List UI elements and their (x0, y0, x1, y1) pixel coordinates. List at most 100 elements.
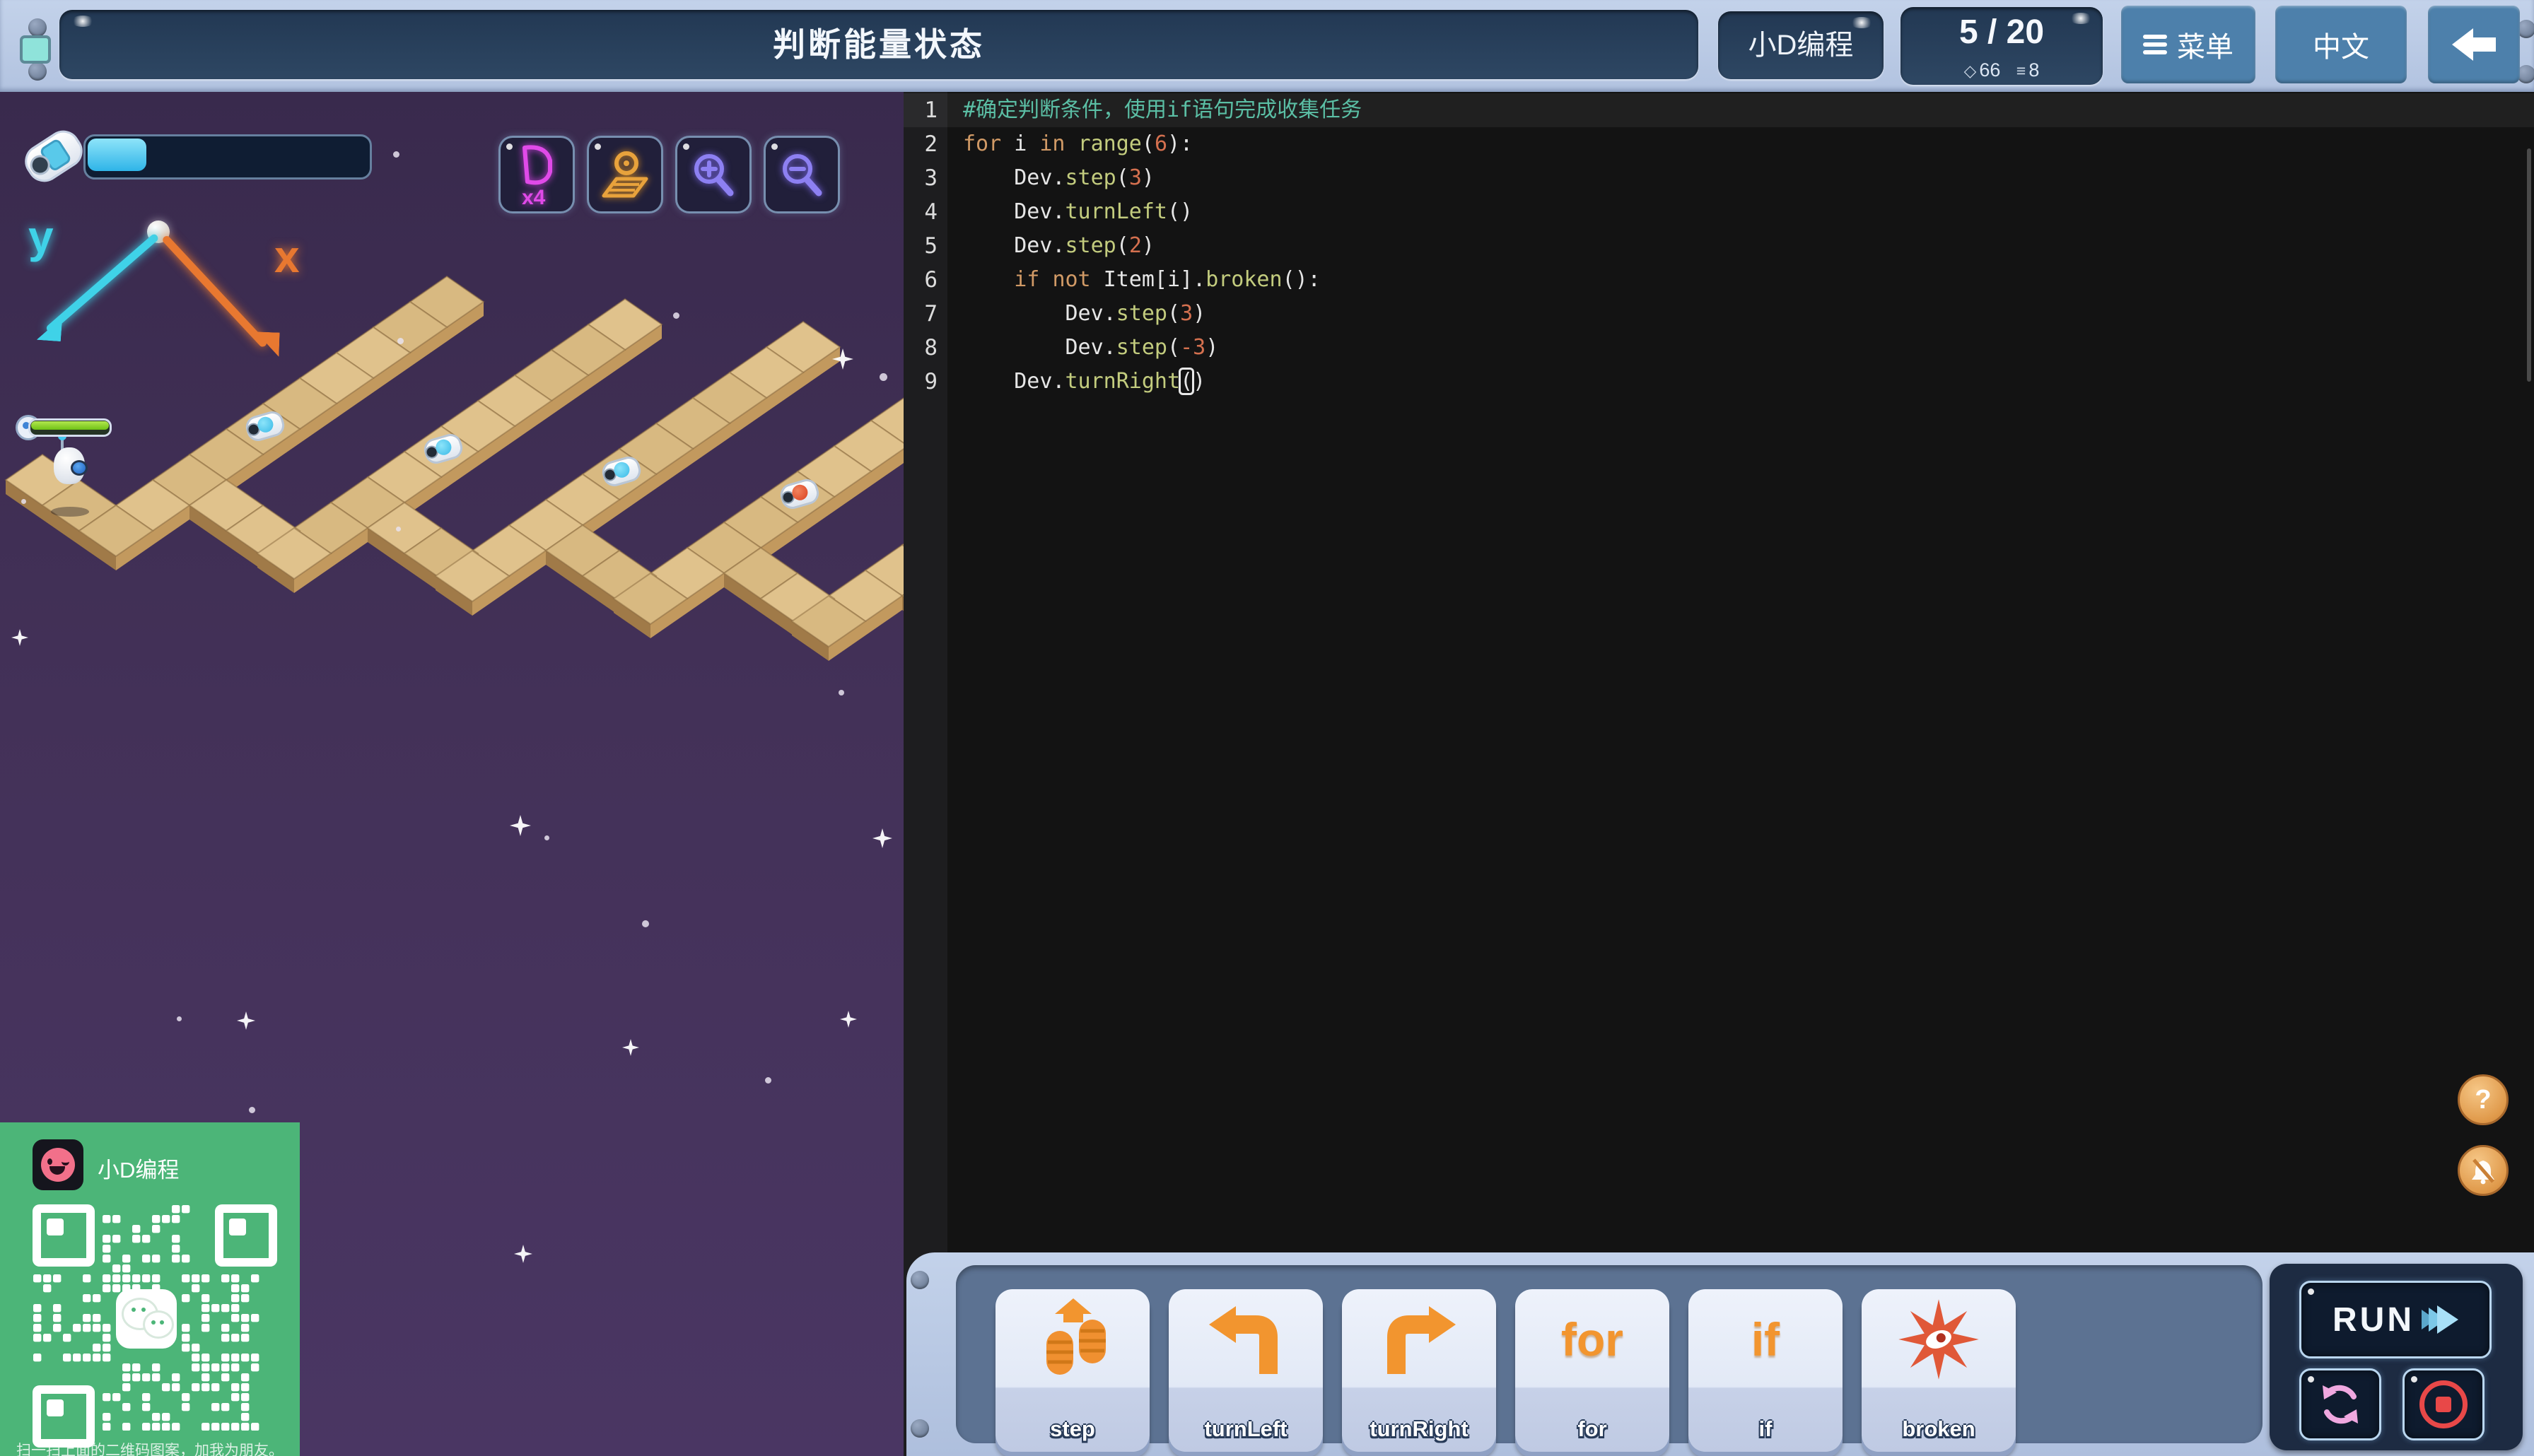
qr-panel: 小D编程 扫一扫上面的二维码图案，加我为朋友。 (0, 1122, 300, 1456)
code-line[interactable]: 5 Dev.step(2) (904, 229, 2534, 263)
stop-icon (2419, 1380, 2468, 1428)
qr-finder (33, 1385, 95, 1448)
wechat-logo-icon (116, 1289, 177, 1349)
bell-mute-button[interactable] (2458, 1145, 2509, 1196)
page-title: 判断能量状态 (773, 26, 985, 63)
line-number: 1 (924, 98, 938, 123)
game-viewport[interactable]: y x x4 小D编程 扫一扫上面的二维码图案，加我为朋友。 (0, 92, 904, 1456)
star-dot (765, 1077, 771, 1084)
code-line[interactable]: 1 #确定判断条件，使用if语句完成收集任务 (904, 93, 2534, 127)
code-editor[interactable]: 1 #确定判断条件，使用if语句完成收集任务 2 for i in range(6):… (904, 92, 2534, 1456)
magnifier-minus-icon (783, 154, 822, 196)
broken-burst-icon (1862, 1293, 2016, 1385)
language-button[interactable]: 中文 (2275, 6, 2407, 83)
code-text: Dev.turnRight() (963, 365, 1205, 399)
play-flag-icon: x4 (522, 145, 552, 207)
code-line[interactable]: 8 Dev.step(-3) (904, 331, 2534, 365)
code-token: step (1116, 301, 1167, 326)
line-number: 5 (924, 233, 938, 259)
if-keyword-icon: if (1751, 1313, 1780, 1366)
code-token: ): (1167, 131, 1193, 156)
block-label: if (1758, 1416, 1773, 1441)
block-card-turnLeft[interactable]: turnLeft (1169, 1289, 1323, 1452)
code-token: Dev. (963, 199, 1065, 224)
block-card-for[interactable]: for for (1515, 1289, 1669, 1452)
menu-button[interactable]: 菜单 (2121, 6, 2255, 83)
star-dot (249, 1107, 255, 1113)
app-name-button[interactable]: 小D编程 (1718, 11, 1884, 79)
code-token: step (1065, 233, 1116, 258)
screw-icon (28, 18, 47, 37)
code-text: Dev.step(3) (963, 297, 1205, 331)
run-label: RUN (2332, 1301, 2415, 1339)
star-dot (839, 690, 844, 695)
stop-button[interactable] (2402, 1368, 2485, 1440)
zoom-out-button[interactable] (764, 136, 840, 213)
block-label: step (1050, 1416, 1095, 1441)
line-number: 3 (924, 165, 938, 191)
star-dot (880, 373, 887, 381)
bottom-toolbar: step turnLeft turnRight for for if if brok… (906, 1252, 2534, 1456)
map-button[interactable] (587, 136, 663, 213)
block-card-step[interactable]: step (996, 1289, 1150, 1452)
code-token: i (1001, 131, 1040, 156)
code-token: ) (1141, 165, 1155, 190)
code-text: Dev.step(3) (963, 161, 1155, 195)
level-title-panel: 判断能量状态 (59, 10, 1698, 79)
triple-play-icon (2420, 1305, 2458, 1334)
menu-label: 菜单 (2177, 32, 2234, 63)
code-text: Dev.step(2) (963, 229, 1155, 263)
text-cursor: ( (1179, 368, 1195, 395)
code-token: ( (1116, 233, 1129, 258)
code-line[interactable]: 7 Dev.step(3) (904, 297, 2534, 331)
block-card-broken[interactable]: broken (1862, 1289, 2016, 1452)
line-number: 9 (924, 369, 938, 394)
code-token: broken (1205, 267, 1283, 292)
code-token: 3 (1180, 301, 1193, 326)
code-token: step (1065, 165, 1116, 190)
help-button[interactable]: ? (2458, 1074, 2509, 1125)
code-line[interactable]: 2 for i in range(6): (904, 127, 2534, 161)
block-label: for (1577, 1416, 1607, 1441)
list-icon: ≡ (2016, 61, 2026, 80)
line-number: 4 (924, 199, 938, 225)
block-card-if[interactable]: if if (1688, 1289, 1843, 1452)
back-button[interactable] (2428, 6, 2520, 83)
robot-visor (71, 460, 88, 476)
editor-scrollbar[interactable] (2527, 148, 2531, 382)
map-pin-icon (602, 151, 648, 198)
for-keyword-icon: for (1561, 1313, 1623, 1366)
code-line[interactable]: 3 Dev.step(3) (904, 161, 2534, 195)
language-label: 中文 (2313, 32, 2369, 63)
speed-x4-button[interactable]: x4 (498, 136, 575, 213)
code-text: Dev.step(-3) (963, 331, 1218, 365)
level-progress-button[interactable]: 5 / 20 ◇ 66 ≡ 8 (1900, 7, 2103, 85)
energy-bar-track (83, 134, 372, 180)
zoom-in-button[interactable] (675, 136, 752, 213)
code-text: if not Item[i].broken(): (963, 263, 1321, 297)
code-token: #确定判断条件，使用if语句完成收集任务 (963, 98, 1362, 122)
code-token: Dev. (963, 369, 1065, 394)
code-token: -3 (1180, 335, 1206, 360)
block-card-turnRight[interactable]: turnRight (1342, 1289, 1496, 1452)
star-dot (396, 527, 401, 532)
code-token: ) (1141, 233, 1155, 258)
qr-finder (33, 1204, 95, 1267)
star-dot (673, 312, 679, 319)
code-line[interactable]: 4 Dev.turnLeft() (904, 195, 2534, 229)
star-dot (393, 151, 399, 158)
code-text: for i in range(6): (963, 127, 1193, 161)
line-number: 7 (924, 301, 938, 327)
step-icon (996, 1293, 1150, 1385)
reset-button[interactable] (2299, 1368, 2381, 1440)
block-label: turnLeft (1204, 1416, 1288, 1441)
code-token: ( (1116, 165, 1129, 190)
code-line[interactable]: 9 Dev.turnRight() (904, 365, 2534, 399)
svg-text:x4: x4 (522, 186, 546, 207)
code-token: in (1039, 131, 1065, 156)
code-token: turnRight (1065, 369, 1181, 394)
qr-caption: 扫一扫上面的二维码图案，加我为朋友。 (16, 1443, 284, 1456)
code-line[interactable]: 6 if not Item[i].broken(): (904, 263, 2534, 297)
run-button[interactable]: RUN (2299, 1281, 2492, 1358)
